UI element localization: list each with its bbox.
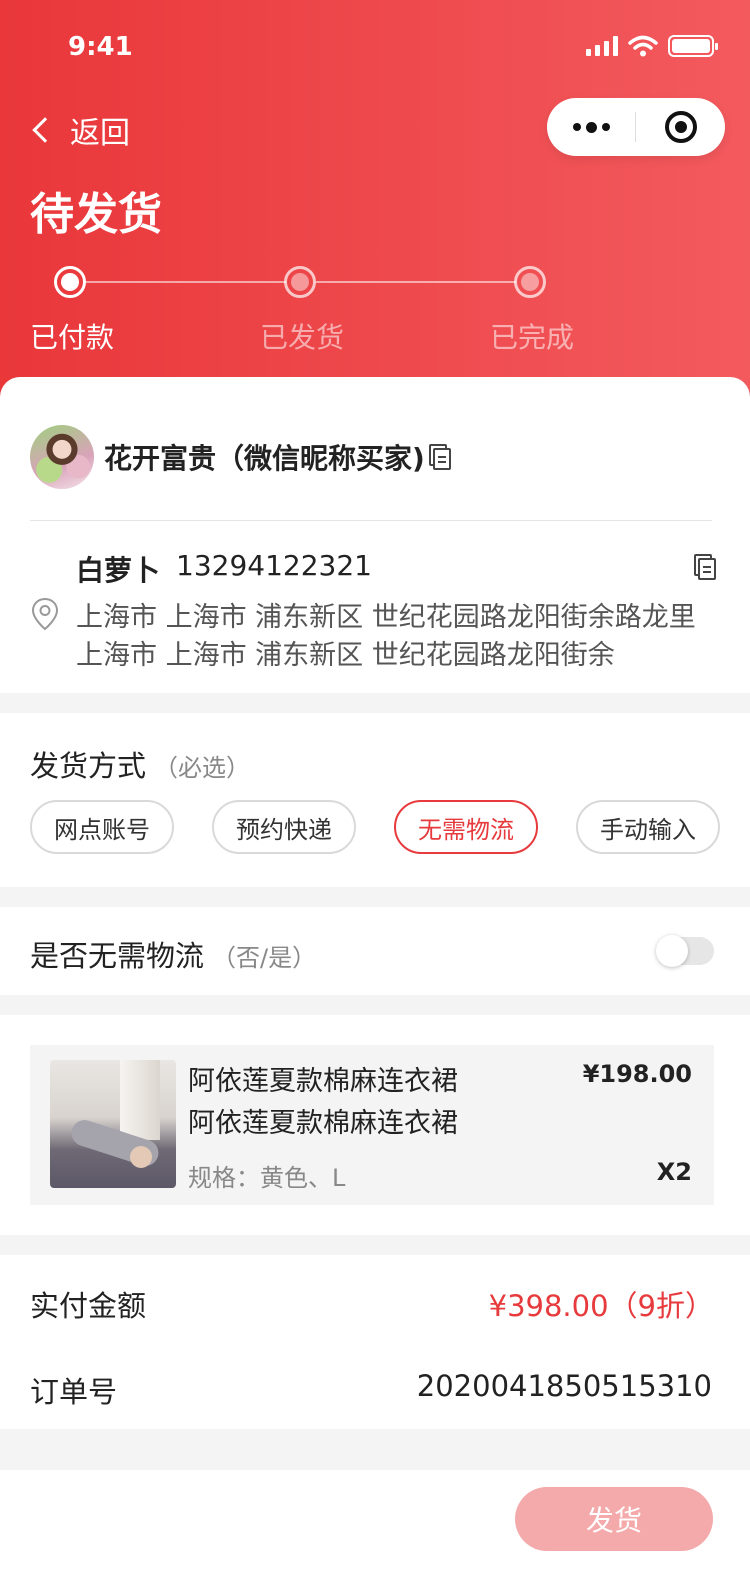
product-quantity: X2 (656, 1158, 692, 1186)
no-logistics-hint: （否/是） (212, 944, 317, 972)
divider (30, 520, 712, 521)
header: 9:41 返回 待发货 已付款 已发货 已完成 (0, 0, 750, 420)
copy-icon[interactable] (428, 444, 451, 470)
ship-button[interactable]: 发货 (515, 1487, 713, 1551)
product-title-line-2: 阿依莲夏款棉麻连衣裙 (188, 1108, 458, 1139)
address-line-2: 上海市 上海市 浦东新区 世纪花园路龙阳街余 (76, 640, 615, 671)
option-no-logistics[interactable]: 无需物流 (394, 800, 538, 854)
recipient-name: 白萝卜 (76, 554, 161, 587)
battery-icon (668, 35, 718, 57)
product-title-line-1: 阿依莲夏款棉麻连衣裙 (188, 1066, 458, 1097)
status-icons (586, 32, 718, 60)
close-button[interactable] (636, 111, 725, 143)
chevron-left-icon (32, 117, 58, 143)
step-dot-shipped (284, 266, 316, 298)
step-label-completed: 已完成 (490, 321, 575, 354)
no-logistics-card: 是否无需物流 （否/是） (0, 907, 750, 995)
step-connector (86, 281, 286, 283)
more-dot-icon (601, 123, 610, 131)
step-label-paid: 已付款 (30, 321, 115, 354)
shipping-options: 网点账号 预约快递 无需物流 手动输入 (30, 800, 720, 854)
copy-address-icon[interactable] (694, 554, 716, 580)
status-time: 9:41 (68, 32, 133, 62)
avatar (30, 425, 94, 489)
bottom-action-bar: 发货 (0, 1470, 750, 1582)
target-icon (664, 111, 697, 143)
no-logistics-title: 是否无需物流 （否/是） (30, 933, 316, 975)
product-card: 阿依莲夏款棉麻连衣裙 阿依莲夏款棉麻连衣裙 规格：黄色、L ¥198.00 X2 (0, 1015, 750, 1235)
paid-amount: ¥398.00（9折） (488, 1289, 714, 1323)
required-hint: （必选） (154, 754, 251, 782)
mini-program-capsule (547, 98, 725, 156)
product-image (50, 1060, 176, 1188)
option-book-courier[interactable]: 预约快递 (212, 800, 356, 854)
wifi-icon (628, 35, 658, 57)
no-logistics-toggle[interactable] (656, 935, 714, 967)
recipient-phone: 13294122321 (176, 549, 372, 582)
order-number: 2020041850515310 (416, 1369, 712, 1403)
address-line-1: 上海市 上海市 浦东新区 世纪花园路龙阳街余路龙里 (76, 602, 696, 633)
back-button[interactable]: 返回 (30, 108, 130, 152)
more-dot-icon (585, 121, 597, 133)
shipping-method-card: 发货方式 （必选） 网点账号 预约快递 无需物流 手动输入 (0, 713, 750, 887)
order-number-label: 订单号 (30, 1375, 118, 1409)
step-dot-paid (54, 266, 86, 298)
buyer-info: 花开富贵（微信昵称买家) (30, 425, 451, 489)
more-dot-icon (572, 123, 581, 131)
no-logistics-label: 是否无需物流 (30, 939, 205, 973)
product-price: ¥198.00 (582, 1060, 692, 1088)
order-progress: 已付款 已发货 已完成 (0, 262, 750, 362)
order-info-card: 实付金额 ¥398.00（9折） 订单号 2020041850515310 (0, 1255, 750, 1429)
step-dot-completed (514, 266, 546, 298)
buyer-name: 花开富贵（微信昵称买家) (104, 442, 425, 475)
paid-amount-label: 实付金额 (30, 1289, 147, 1323)
buyer-address-card: 花开富贵（微信昵称买家) 白萝卜 13294122321 上海市 上海市 浦东新… (0, 377, 750, 693)
page-title: 待发货 (30, 189, 162, 240)
step-label-shipped: 已发货 (260, 321, 345, 354)
product-spec: 规格：黄色、L (188, 1164, 346, 1192)
step-connector (316, 281, 516, 283)
shipping-method-title: 发货方式 （必选） (30, 743, 250, 785)
signal-icon (586, 36, 618, 56)
back-label: 返回 (70, 116, 130, 151)
product-item[interactable]: 阿依莲夏款棉麻连衣裙 阿依莲夏款棉麻连衣裙 规格：黄色、L ¥198.00 X2 (30, 1045, 714, 1205)
option-outlet-account[interactable]: 网点账号 (30, 800, 174, 854)
location-pin-icon (31, 597, 59, 631)
status-bar: 9:41 (0, 0, 750, 88)
option-manual-input[interactable]: 手动输入 (576, 800, 720, 854)
more-button[interactable] (547, 98, 635, 156)
shipping-method-label: 发货方式 (30, 749, 147, 783)
